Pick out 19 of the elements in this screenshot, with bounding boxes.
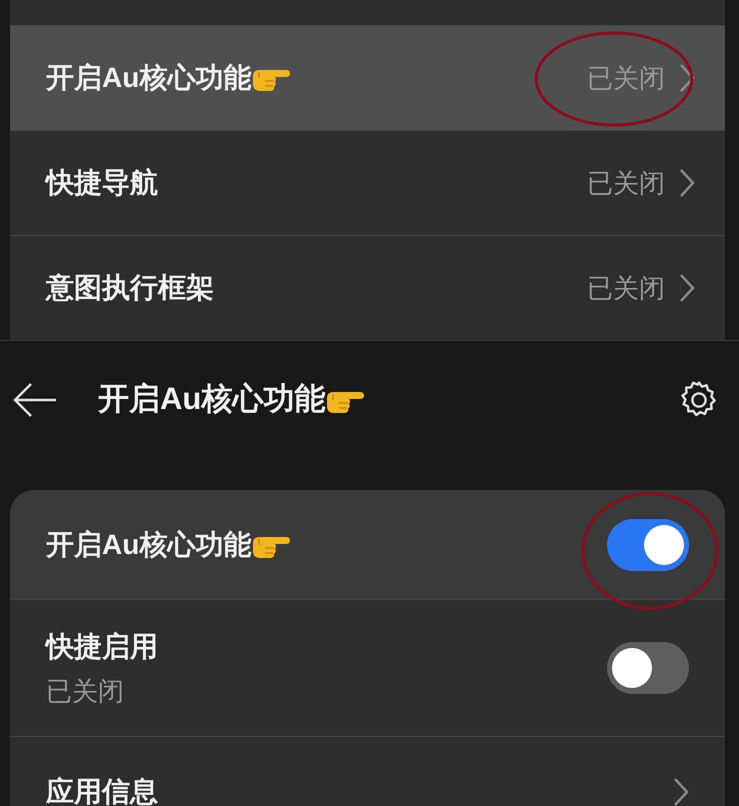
item-label: 快捷启用 — [46, 630, 158, 664]
chevron-right-icon — [679, 168, 695, 198]
item-subtitle: 已关闭 — [46, 674, 125, 708]
status-text: 已关闭 — [587, 272, 665, 304]
item-label: 意图执行框架 — [46, 271, 214, 305]
page-title: 开启Au核心功能 — [98, 380, 326, 418]
status-text: 已关闭 — [587, 62, 665, 94]
toggle-switch[interactable] — [607, 518, 689, 570]
item-label: 开启Au核心功能 — [46, 528, 252, 562]
toggle-switch[interactable] — [607, 642, 689, 694]
item-label: 快捷导航 — [46, 166, 158, 200]
menu-item[interactable]: 开启Au核心功能 已关闭 — [10, 25, 725, 130]
item-label: 应用信息 — [46, 774, 158, 806]
status-text: 已关闭 — [587, 166, 665, 200]
chevron-right-icon — [679, 273, 695, 303]
chevron-right-icon — [673, 776, 689, 806]
back-arrow-icon[interactable] — [12, 382, 58, 418]
chevron-right-icon — [679, 63, 695, 93]
item-label: 开启Au核心功能 — [46, 61, 252, 95]
